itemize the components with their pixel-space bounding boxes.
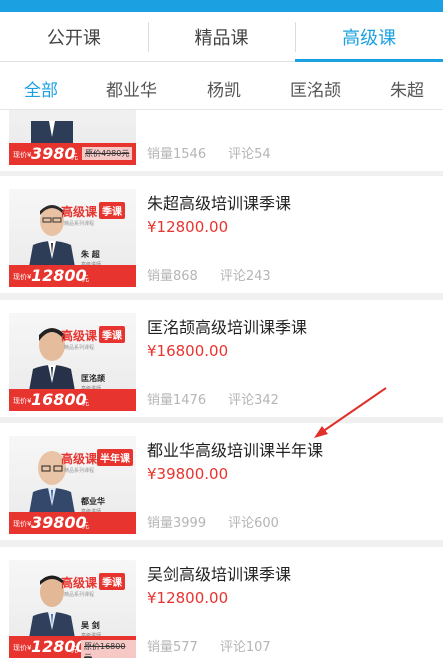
annotation-arrow-icon	[314, 387, 387, 438]
